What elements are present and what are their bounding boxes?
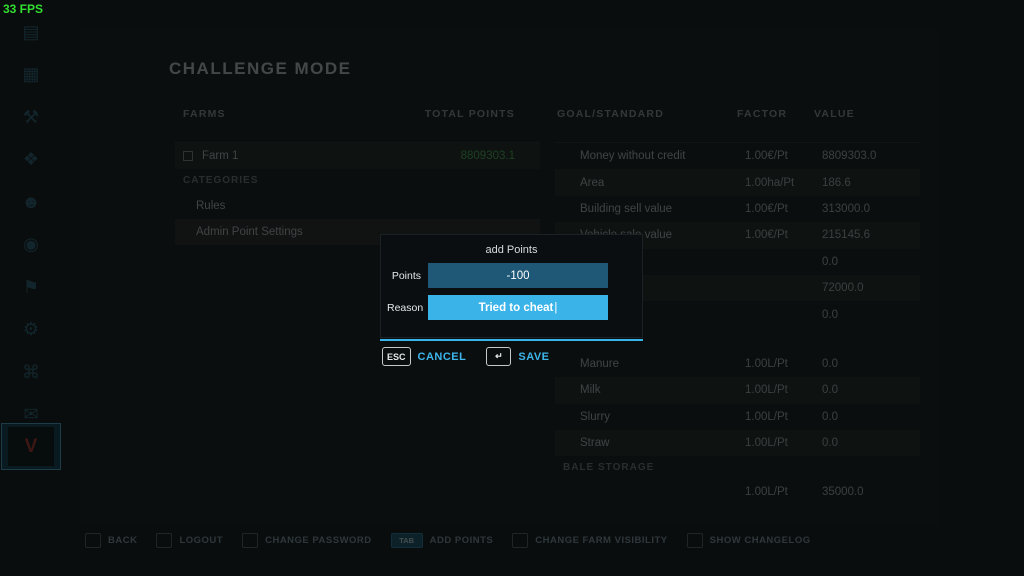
dialog-accent-line [380, 339, 643, 341]
add-points-dialog: add Points Points -100 Reason Tried to c… [380, 234, 643, 338]
save-button[interactable]: ↵ SAVE [486, 347, 549, 366]
dialog-title: add Points [381, 244, 642, 256]
dialog-actions: ESC CANCEL ↵ SAVE [382, 347, 550, 366]
save-button-label: SAVE [518, 351, 549, 363]
reason-field-label: Reason [387, 302, 421, 314]
esc-key-icon: ESC [382, 347, 411, 366]
enter-key-icon: ↵ [486, 347, 511, 366]
points-field-label: Points [387, 270, 421, 282]
points-input[interactable]: -100 [428, 263, 608, 288]
cancel-button[interactable]: ESC CANCEL [382, 347, 466, 366]
reason-input[interactable]: Tried to cheat [428, 295, 608, 320]
cancel-button-label: CANCEL [418, 351, 467, 363]
fps-counter: 33 FPS [3, 2, 43, 16]
